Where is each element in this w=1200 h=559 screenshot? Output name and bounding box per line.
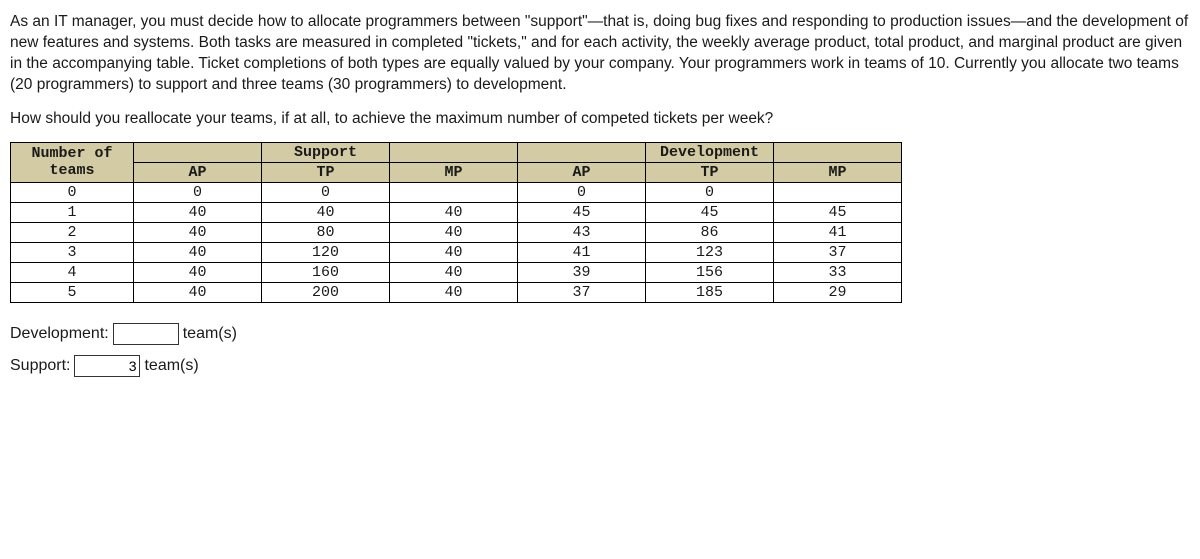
cell-s_ap: 40 [134,202,262,222]
cell-s_mp: 40 [390,202,518,222]
cell-d_ap: 41 [518,242,646,262]
col-header-s-mp: MP [390,162,518,182]
cell-s_ap: 40 [134,282,262,302]
cell-s_tp: 40 [262,202,390,222]
cell-n: 2 [11,222,134,242]
development-answer-row: Development: team(s) [10,323,1190,345]
cell-n: 3 [11,242,134,262]
col-header-support-ap-top [134,142,262,162]
cell-d_tp: 45 [646,202,774,222]
cell-s_mp: 40 [390,222,518,242]
table-row: 540200403718529 [11,282,902,302]
table-row: 2408040438641 [11,222,902,242]
table-body: 0000014040404545452408040438641340120404… [11,182,902,302]
cell-s_tp: 200 [262,282,390,302]
table-row: 1404040454545 [11,202,902,222]
intro-text: As an IT manager, you must decide how to… [10,12,1190,96]
development-unit: team(s) [183,325,237,343]
cell-s_ap: 40 [134,242,262,262]
col-header-s-ap: AP [134,162,262,182]
development-input[interactable] [113,323,179,345]
col-header-development-group: Development [646,142,774,162]
col-header-dev-ap-top [518,142,646,162]
cell-d_mp: 33 [774,262,902,282]
cell-s_tp: 120 [262,242,390,262]
cell-s_ap: 40 [134,222,262,242]
table-row: 340120404112337 [11,242,902,262]
col-header-s-tp: TP [262,162,390,182]
cell-d_ap: 45 [518,202,646,222]
cell-d_mp: 41 [774,222,902,242]
col-header-d-ap: AP [518,162,646,182]
col-header-support-group: Support [262,142,390,162]
col-header-support-mp-top [390,142,518,162]
cell-d_tp: 86 [646,222,774,242]
support-unit: team(s) [144,357,198,375]
table-row: 440160403915633 [11,262,902,282]
cell-d_mp: 45 [774,202,902,222]
cell-s_ap: 40 [134,262,262,282]
cell-n: 1 [11,202,134,222]
cell-d_tp: 185 [646,282,774,302]
col-header-d-tp: TP [646,162,774,182]
cell-d_ap: 0 [518,182,646,202]
cell-s_mp: 40 [390,242,518,262]
cell-n: 0 [11,182,134,202]
col-header-d-mp: MP [774,162,902,182]
col-header-dev-mp-top [774,142,902,162]
cell-s_mp [390,182,518,202]
cell-d_mp: 29 [774,282,902,302]
productivity-table: Number of teams Support Development AP T… [10,142,902,303]
cell-d_tp: 156 [646,262,774,282]
cell-s_ap: 0 [134,182,262,202]
cell-d_ap: 37 [518,282,646,302]
question-text: How should you reallocate your teams, if… [10,110,1190,128]
cell-d_tp: 0 [646,182,774,202]
cell-s_mp: 40 [390,262,518,282]
cell-d_ap: 43 [518,222,646,242]
cell-d_mp [774,182,902,202]
cell-d_ap: 39 [518,262,646,282]
col-header-teams: Number of teams [11,142,134,182]
support-input[interactable] [74,355,140,377]
support-label: Support: [10,357,70,375]
cell-d_mp: 37 [774,242,902,262]
cell-s_tp: 0 [262,182,390,202]
cell-s_mp: 40 [390,282,518,302]
cell-n: 4 [11,262,134,282]
cell-s_tp: 80 [262,222,390,242]
cell-s_tp: 160 [262,262,390,282]
development-label: Development: [10,325,109,343]
cell-n: 5 [11,282,134,302]
cell-d_tp: 123 [646,242,774,262]
support-answer-row: Support: team(s) [10,355,1190,377]
table-row: 00000 [11,182,902,202]
